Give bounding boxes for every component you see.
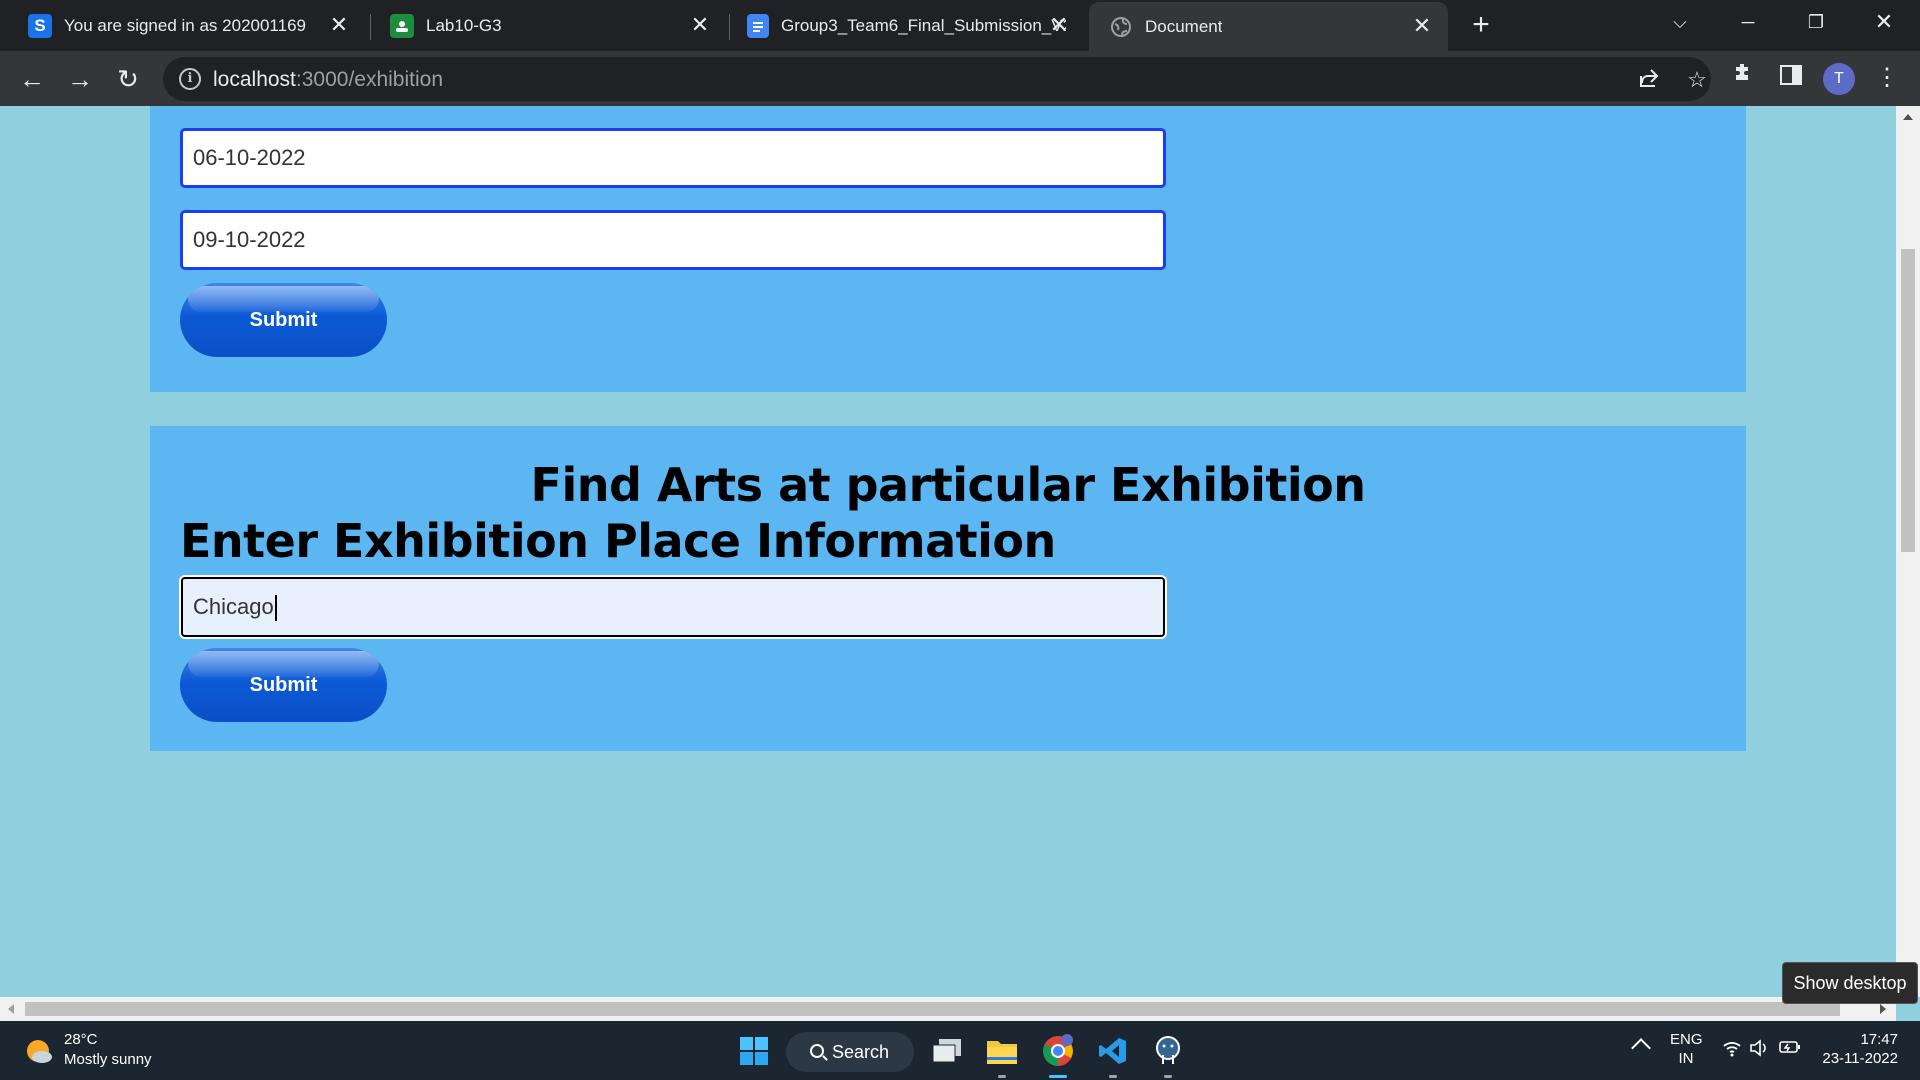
tab-title: Group3_Team6_Final_Submission_V2: [781, 15, 1066, 35]
docs-favicon-icon: [747, 13, 769, 38]
submit-dates-button[interactable]: Submit: [180, 283, 387, 357]
clock-date: 23-11-2022: [1822, 1050, 1898, 1067]
submit-label: Submit: [249, 309, 318, 331]
close-window-button[interactable]: ✕: [1856, 0, 1912, 44]
running-indicator: [1164, 1075, 1172, 1078]
volume-icon[interactable]: [1749, 1039, 1769, 1061]
page-viewport: 06-10-2022 09-10-2022 Submit Find Arts a…: [0, 106, 1896, 997]
minimize-button[interactable]: ─: [1720, 0, 1776, 44]
close-tab-icon[interactable]: ✕: [688, 13, 712, 37]
back-button[interactable]: ←: [14, 61, 50, 97]
side-panel-icon[interactable]: [1774, 61, 1808, 95]
weather-temperature[interactable]: 28°C: [64, 1031, 98, 1048]
submit-label: Submit: [249, 674, 318, 696]
text-caret: [274, 595, 277, 622]
scroll-left-arrow-icon[interactable]: [8, 1004, 14, 1014]
tab-title: You are signed in as 202001169: [64, 15, 306, 35]
tab-search-icon[interactable]: ⌵: [1652, 0, 1708, 44]
url-path: :3000/exhibition: [295, 68, 444, 91]
url-host: localhost: [213, 68, 296, 91]
address-bar[interactable]: i localhost:3000/exhibition ☆: [163, 57, 1711, 101]
share-icon[interactable]: [1635, 66, 1663, 94]
horizontal-scroll-thumb[interactable]: [25, 1002, 1840, 1016]
exhibition-search-panel: Find Arts at particular Exhibition Enter…: [150, 426, 1746, 751]
taskbar: 28°C Mostly sunny Search ENG IN 17:47 23…: [0, 1021, 1920, 1080]
running-indicator: [998, 1075, 1006, 1078]
chrome-icon[interactable]: [1037, 1030, 1079, 1078]
start-icon[interactable]: [733, 1030, 775, 1072]
section-subtitle: Enter Exhibition Place Information: [180, 514, 1056, 568]
menu-kebab-icon[interactable]: ⋮: [1870, 61, 1904, 95]
tab-lab10[interactable]: Lab10-G3 ✕: [362, 0, 726, 51]
bookmark-star-icon[interactable]: ☆: [1683, 66, 1711, 94]
chevron-up-icon[interactable]: [1631, 1038, 1651, 1058]
tab-title: Document: [1145, 16, 1223, 36]
search-icon: [810, 1044, 824, 1058]
show-desktop-tooltip: Show desktop: [1782, 962, 1918, 1004]
place-value: Chicago: [193, 594, 274, 619]
file-explorer-icon[interactable]: [981, 1030, 1023, 1078]
start-date-input[interactable]: 06-10-2022: [180, 128, 1166, 188]
vscode-icon[interactable]: [1092, 1030, 1134, 1078]
scroll-right-arrow-icon[interactable]: [1880, 1004, 1886, 1014]
forward-button[interactable]: →: [62, 61, 98, 97]
submit-place-button[interactable]: Submit: [180, 648, 387, 722]
task-view-icon[interactable]: [926, 1030, 968, 1072]
scroll-up-arrow-icon[interactable]: [1903, 114, 1913, 120]
lang-code: ENG: [1670, 1031, 1703, 1048]
globe-icon: [1109, 15, 1133, 39]
close-tab-icon[interactable]: ✕: [1047, 13, 1071, 37]
close-tab-icon[interactable]: ✕: [327, 13, 351, 37]
running-indicator: [1109, 1075, 1117, 1078]
browser-toolbar: ← → ↻ i localhost:3000/exhibition ☆ T ⋮: [0, 51, 1920, 106]
tab-title: Lab10-G3: [426, 15, 502, 35]
close-tab-icon[interactable]: ✕: [1410, 14, 1434, 38]
exhibition-place-input[interactable]: Chicago: [179, 575, 1167, 639]
reload-button[interactable]: ↻: [110, 61, 146, 97]
profile-avatar[interactable]: T: [1823, 63, 1855, 95]
s-favicon-icon: S: [28, 13, 52, 38]
running-indicator: [1049, 1075, 1067, 1078]
search-label: Search: [832, 1042, 890, 1062]
clock-time: 17:47: [1860, 1031, 1898, 1048]
restore-button[interactable]: ❐: [1788, 0, 1844, 44]
vertical-scroll-thumb[interactable]: [1901, 249, 1915, 552]
battery-icon[interactable]: [1779, 1039, 1801, 1059]
lang-region: IN: [1678, 1050, 1694, 1067]
tab-group3-docs[interactable]: Group3_Team6_Final_Submission_V2 ✕: [719, 0, 1089, 51]
section-title: Find Arts at particular Exhibition: [530, 458, 1366, 512]
tab-document-active[interactable]: Document ✕: [1089, 2, 1448, 51]
tab-strip: S You are signed in as 202001169 ✕ Lab10…: [0, 0, 1920, 51]
site-info-icon[interactable]: i: [179, 68, 201, 90]
date-form-panel: 06-10-2022 09-10-2022 Submit: [150, 106, 1746, 392]
weather-description[interactable]: Mostly sunny: [64, 1051, 152, 1068]
vertical-scrollbar[interactable]: [1896, 106, 1920, 997]
classroom-favicon-icon: [390, 13, 414, 38]
wifi-icon[interactable]: [1722, 1039, 1742, 1061]
extensions-icon[interactable]: [1726, 61, 1760, 95]
clock[interactable]: 17:47 23-11-2022: [1822, 1031, 1898, 1067]
url-text[interactable]: localhost:3000/exhibition: [213, 68, 443, 92]
end-date-input[interactable]: 09-10-2022: [180, 210, 1166, 270]
horizontal-scrollbar[interactable]: [0, 997, 1896, 1021]
new-tab-button[interactable]: +: [1466, 10, 1496, 40]
tab-signed-in[interactable]: S You are signed in as 202001169 ✕: [0, 0, 365, 51]
postgres-icon[interactable]: [1147, 1030, 1189, 1078]
taskbar-search[interactable]: Search: [786, 1032, 914, 1072]
weather-sun-icon[interactable]: [24, 1036, 54, 1066]
language-indicator[interactable]: ENG IN: [1670, 1031, 1703, 1067]
